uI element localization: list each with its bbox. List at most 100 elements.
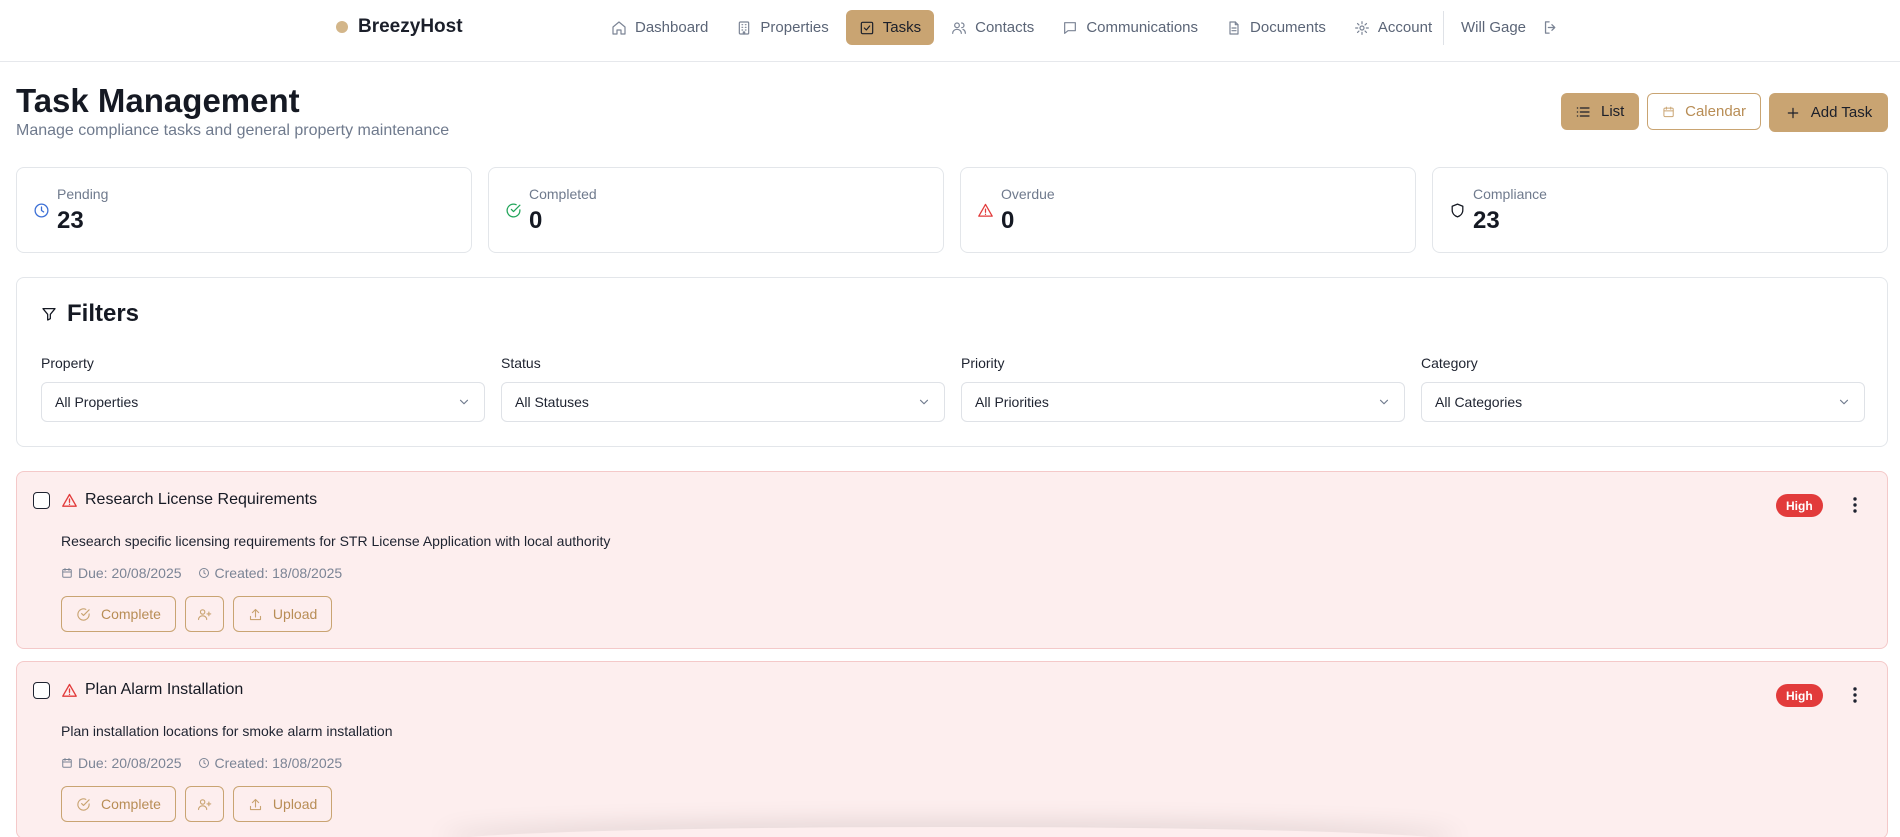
alert-triangle-icon (62, 493, 77, 507)
shield-icon (1451, 203, 1464, 218)
nav-item-label: Properties (760, 19, 829, 36)
task-more-menu[interactable] (1847, 686, 1863, 704)
task-actions: Complete Upload (61, 786, 333, 822)
alert-triangle-icon (978, 203, 993, 217)
task-description: Research specific licensing requirements… (61, 533, 611, 549)
task-title: Research License Requirements (85, 491, 318, 508)
task-due-text: Due: 20/08/2025 (78, 565, 182, 581)
filter-label-property: Property (41, 355, 94, 371)
chevron-down-icon (1379, 399, 1389, 405)
task-checkbox[interactable] (33, 492, 50, 509)
nav-item-label: Tasks (882, 19, 922, 36)
category-select[interactable]: All Categories (1421, 382, 1865, 422)
check-circle-icon (506, 203, 521, 218)
assign-contact-button[interactable] (184, 596, 224, 632)
status-select[interactable]: All Statuses (501, 382, 945, 422)
filters-header: Filters (41, 300, 139, 328)
nav-item-properties[interactable]: Properties (725, 10, 839, 45)
stat-label: Compliance (1473, 186, 1547, 202)
priority-badge: High (1776, 684, 1823, 707)
task-meta: Due: 20/08/2025 Created: 18/08/2025 (61, 565, 342, 581)
chevron-down-icon (459, 399, 469, 405)
task-meta: Due: 20/08/2025 Created: 18/08/2025 (61, 755, 342, 771)
alert-triangle-icon (62, 683, 77, 697)
user-name[interactable]: Will Gage (1461, 19, 1526, 36)
task-more-menu[interactable] (1847, 496, 1863, 514)
nav-item-documents[interactable]: Documents (1215, 10, 1337, 45)
task-description: Plan installation locations for smoke al… (61, 723, 393, 739)
calendar-view-label: Calendar (1685, 103, 1746, 120)
chevron-down-icon (919, 399, 929, 405)
stat-value: 23 (57, 207, 84, 234)
brand-logo-dot (336, 21, 348, 33)
page-subtitle: Manage compliance tasks and general prop… (16, 122, 450, 139)
user-plus-icon (197, 798, 212, 810)
nav-divider (1443, 11, 1444, 45)
property-select[interactable]: All Properties (41, 382, 485, 422)
task-actions: Complete Upload (61, 596, 333, 632)
list-view-label: List (1601, 103, 1625, 120)
user-plus-icon (197, 608, 212, 620)
upload-button[interactable]: Upload (232, 596, 333, 632)
users-icon (952, 21, 967, 34)
complete-button[interactable]: Complete (61, 596, 176, 632)
home-icon (612, 20, 626, 35)
chevron-down-icon (1839, 399, 1849, 405)
stat-label: Pending (57, 186, 109, 202)
more-vertical-icon (1853, 687, 1857, 703)
page-title: Task Management (16, 82, 300, 119)
stat-value: 0 (529, 207, 543, 234)
checkbox-icon (860, 21, 874, 34)
message-icon (1064, 21, 1077, 34)
stat-value: 23 (1473, 207, 1500, 234)
status-select-value: All Statuses (515, 394, 589, 410)
calendar-icon (1663, 106, 1674, 117)
calendar-view-button[interactable]: Calendar (1647, 93, 1761, 130)
filter-label-priority: Priority (961, 355, 1005, 371)
main-nav: Dashboard Properties Tasks Contacts Comm… (600, 10, 1443, 45)
check-circle-icon (77, 797, 90, 811)
check-circle-icon (77, 607, 90, 621)
complete-button[interactable]: Complete (61, 786, 176, 822)
nav-item-account[interactable]: Account (1343, 10, 1443, 45)
calendar-icon (62, 758, 72, 768)
stat-value: 0 (1001, 207, 1015, 234)
filter-label-category: Category (1421, 355, 1478, 371)
document-icon (1229, 20, 1239, 35)
priority-select[interactable]: All Priorities (961, 382, 1405, 422)
nav-item-communications[interactable]: Communications (1051, 10, 1209, 45)
nav-item-dashboard[interactable]: Dashboard (600, 10, 719, 45)
nav-item-label: Communications (1086, 19, 1199, 36)
priority-select-value: All Priorities (975, 394, 1049, 410)
nav-item-contacts[interactable]: Contacts (940, 10, 1045, 45)
filters-title: Filters (67, 300, 140, 327)
task-created-text: Created: 18/08/2025 (214, 755, 343, 771)
plus-icon (1787, 107, 1799, 118)
task-checkbox[interactable] (33, 682, 50, 699)
top-navigation-bar: BreezyHost Dashboard Properties Tasks Co… (0, 0, 1900, 62)
stat-label: Overdue (1001, 186, 1055, 202)
assign-contact-button[interactable] (184, 786, 224, 822)
stat-label: Completed (529, 186, 597, 202)
upload-label: Upload (272, 606, 318, 622)
upload-button[interactable]: Upload (232, 786, 333, 822)
add-task-button[interactable]: Add Task (1769, 93, 1888, 132)
task-due-text: Due: 20/08/2025 (78, 755, 182, 771)
brand[interactable]: BreezyHost (336, 14, 463, 40)
list-view-button[interactable]: List (1561, 93, 1639, 130)
user-menu: Will Gage (1461, 10, 1559, 45)
stat-card-completed: Completed 0 (488, 167, 944, 253)
nav-item-label: Documents (1250, 19, 1326, 36)
building-icon (739, 20, 750, 35)
nav-item-tasks[interactable]: Tasks (845, 10, 935, 45)
nav-item-label: Dashboard (635, 19, 709, 36)
more-vertical-icon (1853, 497, 1857, 513)
task-created-text: Created: 18/08/2025 (214, 565, 343, 581)
gear-icon (1354, 20, 1369, 35)
task-card: Research License Requirements High Resea… (16, 471, 1888, 649)
brand-name: BreezyHost (358, 16, 463, 37)
nav-item-label: Contacts (975, 19, 1035, 36)
task-created-date: Created: 18/08/2025 (198, 565, 343, 581)
logout-icon[interactable] (1542, 19, 1559, 36)
filter-icon (42, 308, 56, 321)
